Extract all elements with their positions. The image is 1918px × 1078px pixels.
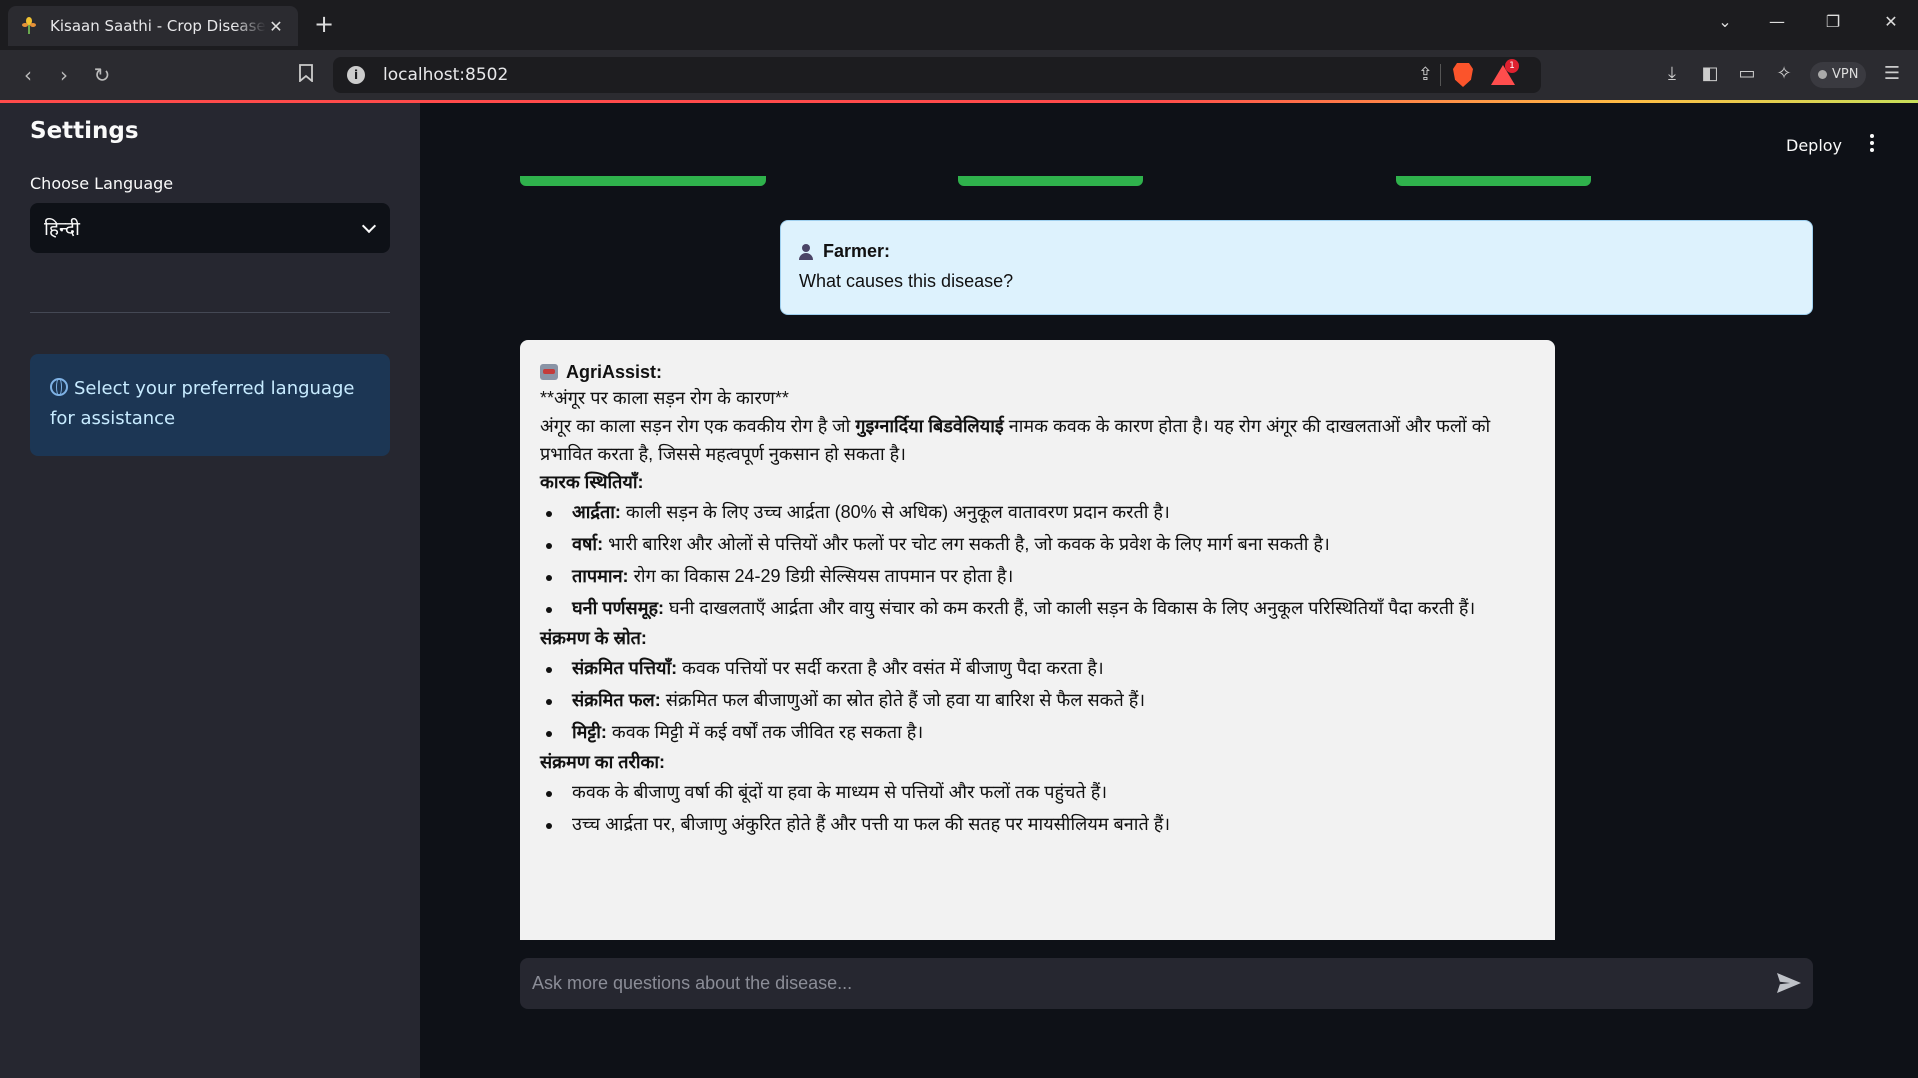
- language-label: Choose Language: [30, 174, 174, 193]
- list-item: आर्द्रता: काली सड़न के लिए उच्च आर्द्रता…: [540, 496, 1535, 528]
- progress-bar-2: [958, 176, 1143, 186]
- send-icon[interactable]: [1777, 973, 1801, 993]
- vpn-label: VPN: [1832, 67, 1859, 82]
- brave-shield-icon[interactable]: [1453, 63, 1473, 87]
- reload-icon[interactable]: ↻: [90, 63, 114, 87]
- leo-ai-icon[interactable]: ✧: [1772, 63, 1796, 84]
- bookmark-icon[interactable]: [294, 63, 318, 87]
- menu-icon[interactable]: ☰: [1880, 63, 1904, 84]
- tab-title: Kisaan Saathi - Crop Disease Detection: [50, 17, 266, 35]
- section-heading: कारक स्थितियाँ:: [540, 472, 644, 492]
- list-item: कवक के बीजाणु वर्षा की बूंदों या हवा के …: [540, 776, 1535, 808]
- address-bar[interactable]: i localhost:8502 ⇪ 1: [333, 57, 1541, 93]
- close-tab-icon[interactable]: ✕: [266, 17, 286, 36]
- list-item: संक्रमित पत्तियाँ: कवक पत्तियों पर सर्दी…: [540, 652, 1535, 684]
- sidebar-divider: [30, 312, 390, 313]
- deploy-button[interactable]: Deploy: [1786, 136, 1842, 155]
- assistant-name: AgriAssist:: [566, 361, 663, 382]
- chevron-down-icon: [361, 218, 377, 234]
- source-list: संक्रमित पत्तियाँ: कवक पत्तियों पर सर्दी…: [540, 652, 1535, 748]
- url-text[interactable]: localhost:8502: [383, 65, 508, 85]
- restore-icon[interactable]: ❐: [1821, 12, 1845, 31]
- user-name: Farmer:: [823, 241, 891, 261]
- language-select[interactable]: हिन्दी: [30, 203, 390, 253]
- share-icon[interactable]: ⇪: [1418, 64, 1433, 85]
- sidebar-toggle-icon[interactable]: ◧: [1698, 63, 1722, 84]
- progress-bar-1: [520, 176, 766, 186]
- section-heading: संक्रमण का तरीका:: [540, 752, 666, 772]
- language-info-box: Select your preferred language for assis…: [30, 354, 390, 456]
- list-item: घनी पर्णसमूह: घनी दाखलताएँ आर्द्रता और व…: [540, 592, 1535, 624]
- user-message-text: What causes this disease?: [799, 271, 1014, 291]
- back-icon[interactable]: ‹: [16, 63, 40, 87]
- browser-tab-bar: Kisaan Saathi - Crop Disease Detection ✕…: [0, 0, 1918, 50]
- globe-icon: [50, 378, 68, 396]
- minimize-icon[interactable]: —: [1765, 12, 1789, 31]
- answer-intro: अंगूर का काला सड़न रोग एक कवकीय रोग है ज…: [540, 416, 1491, 464]
- user-icon: [799, 243, 813, 260]
- list-item: संक्रमित फल: संक्रमित फल बीजाणुओं का स्र…: [540, 684, 1535, 716]
- browser-tab[interactable]: Kisaan Saathi - Crop Disease Detection ✕: [8, 6, 298, 46]
- progress-bar-3: [1396, 176, 1591, 186]
- forward-icon[interactable]: ›: [52, 63, 76, 87]
- wheat-icon: [20, 17, 38, 35]
- divider: [1440, 64, 1441, 86]
- main-menu-icon[interactable]: [1870, 134, 1874, 155]
- download-icon[interactable]: ⤓: [1660, 63, 1684, 84]
- tab-list-chevron-icon[interactable]: ⌄: [1713, 12, 1737, 31]
- list-item: उच्च आर्द्रता पर, बीजाणु अंकुरित होते है…: [540, 808, 1535, 840]
- list-item: मिट्टी: कवक मिट्टी में कई वर्षों तक जीवि…: [540, 716, 1535, 748]
- language-value: हिन्दी: [44, 218, 80, 240]
- answer-title-line: **अंगूर पर काला सड़न रोग के कारण**: [540, 388, 789, 408]
- vpn-button[interactable]: VPN: [1810, 62, 1867, 88]
- section-heading: संक्रमण के स्रोत:: [540, 628, 647, 648]
- assistant-message: AgriAssist: **अंगूर पर काला सड़न रोग के …: [520, 340, 1555, 940]
- close-window-icon[interactable]: ✕: [1879, 12, 1903, 31]
- robot-icon: [540, 364, 558, 380]
- list-item: वर्षा: भारी बारिश और ओलों से पत्तियों और…: [540, 528, 1535, 560]
- user-message: Farmer: What causes this disease?: [780, 220, 1813, 315]
- sidebar-title: Settings: [30, 118, 139, 144]
- vpn-status-icon: [1818, 70, 1827, 79]
- info-text: Select your preferred language for assis…: [50, 378, 355, 429]
- wallet-icon[interactable]: ▭: [1735, 63, 1759, 84]
- browser-toolbar: ‹ › ↻ i localhost:8502 ⇪ 1 ⤓ ◧ ▭ ✧ VPN ☰: [0, 50, 1918, 100]
- factor-list: आर्द्रता: काली सड़न के लिए उच्च आर्द्रता…: [540, 496, 1535, 624]
- notification-badge: 1: [1505, 59, 1519, 73]
- chat-input-box: [520, 958, 1813, 1009]
- chat-input[interactable]: [532, 958, 1752, 1009]
- site-info-icon[interactable]: i: [347, 66, 365, 84]
- list-item: तापमान: रोग का विकास 24-29 डिग्री सेल्सि…: [540, 560, 1535, 592]
- infection-mode-list: कवक के बीजाणु वर्षा की बूंदों या हवा के …: [540, 776, 1535, 840]
- new-tab-icon[interactable]: +: [312, 10, 336, 38]
